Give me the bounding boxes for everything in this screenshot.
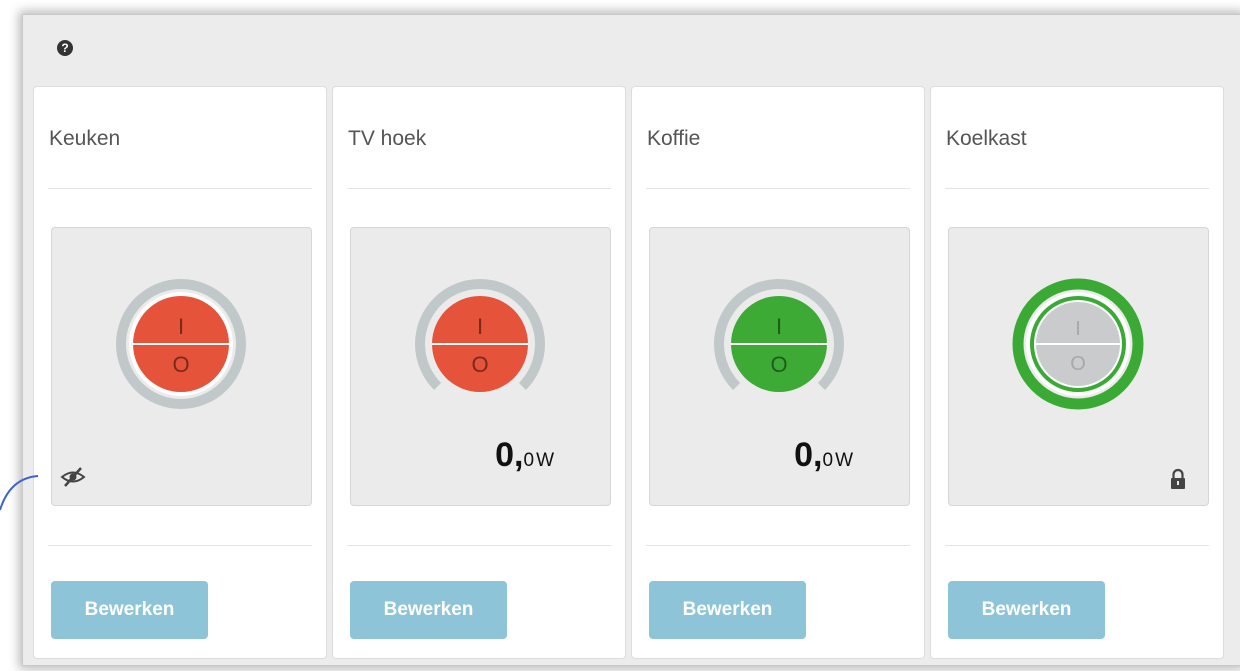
device-card-koelkast: Koelkast I O Bewerken <box>930 86 1224 659</box>
devices-panel: ? Keuken I O Bewerken TV hoek I O 0,0 W … <box>22 14 1240 666</box>
switch-tile: I O 0,0 W <box>649 227 910 506</box>
device-card-koffie: Koffie I O 0,0 W Bewerken <box>631 86 925 659</box>
power-integer: 0, <box>495 436 524 474</box>
power-integer: 0, <box>794 436 823 474</box>
edit-button[interactable]: Bewerken <box>948 581 1105 639</box>
on-symbol: I <box>1075 318 1081 340</box>
divider <box>347 188 611 189</box>
power-decimal: 0 <box>523 450 535 471</box>
card-title: Koelkast <box>946 127 1027 150</box>
divider <box>945 188 1209 189</box>
off-symbol: O <box>1070 353 1086 375</box>
lock-icon <box>1171 468 1185 489</box>
divider <box>646 545 910 546</box>
power-decimal: 0 <box>822 450 834 471</box>
off-symbol: O <box>172 352 189 377</box>
on-symbol: I <box>477 314 483 339</box>
divider <box>646 188 910 189</box>
edit-button[interactable]: Bewerken <box>51 581 208 639</box>
power-readout: 0,0 W <box>495 436 554 475</box>
hidden-eye-icon <box>60 467 86 487</box>
power-switch: I O <box>1012 278 1144 410</box>
switch-tile: I O 0,0 W <box>350 227 611 506</box>
switch-tile: I O <box>948 227 1209 506</box>
power-switch[interactable]: I O <box>414 278 546 410</box>
switch-tile: I O <box>51 227 312 506</box>
power-switch[interactable]: I O <box>115 278 247 410</box>
device-card-tv-hoek: TV hoek I O 0,0 W Bewerken <box>332 86 626 659</box>
on-symbol: I <box>178 314 184 339</box>
power-switch[interactable]: I O <box>713 278 845 410</box>
card-title: TV hoek <box>348 127 427 150</box>
divider <box>945 545 1209 546</box>
device-card-keuken: Keuken I O Bewerken <box>33 86 327 659</box>
power-readout: 0,0 W <box>794 436 853 475</box>
connector-line <box>0 475 39 511</box>
on-symbol: I <box>776 314 782 339</box>
power-unit: W <box>835 450 853 471</box>
off-symbol: O <box>471 352 488 377</box>
off-symbol: O <box>770 352 787 377</box>
edit-button[interactable]: Bewerken <box>649 581 806 639</box>
power-unit: W <box>536 450 554 471</box>
card-title: Koffie <box>647 127 701 150</box>
divider <box>48 545 312 546</box>
divider <box>48 188 312 189</box>
edit-button[interactable]: Bewerken <box>350 581 507 639</box>
divider <box>347 545 611 546</box>
help-circle-icon[interactable]: ? <box>57 40 73 56</box>
card-title: Keuken <box>49 127 121 150</box>
